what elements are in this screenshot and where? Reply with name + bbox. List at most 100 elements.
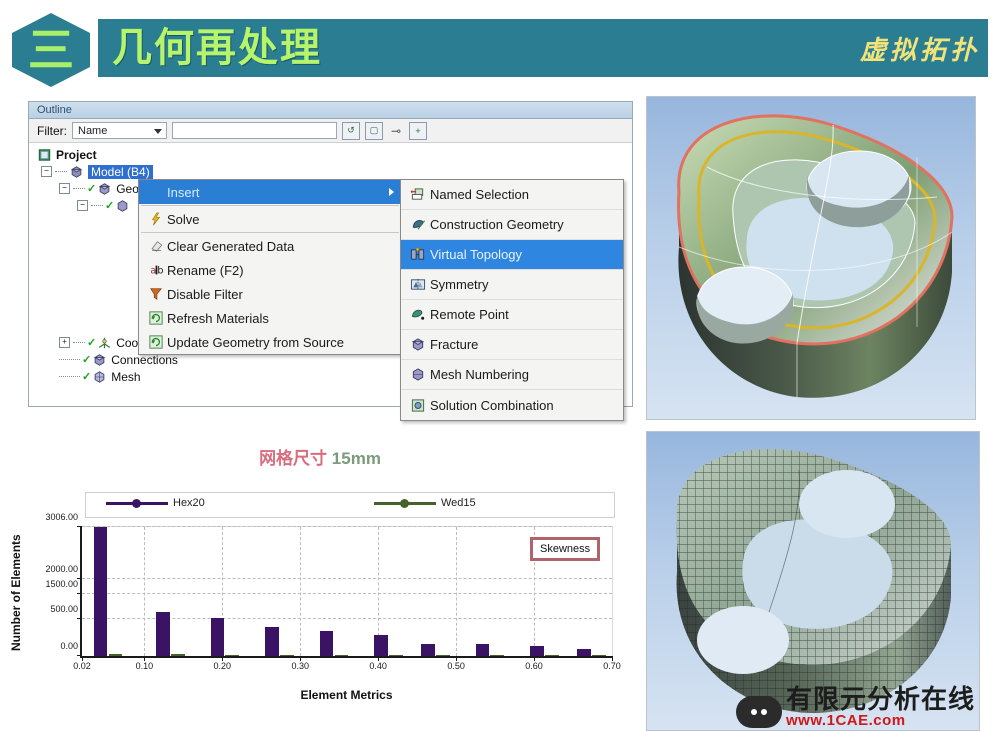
submenu-item-remote-point[interactable]: Remote Point [401, 300, 623, 330]
tree-connector [59, 359, 80, 360]
submenu-item-construction-geometry-label: Construction Geometry [430, 217, 564, 232]
chart-bar [421, 644, 435, 656]
tree-item-project[interactable]: Project [33, 146, 632, 163]
chart-bar [435, 654, 450, 656]
submenu-item-fracture-label: Fracture [430, 337, 479, 352]
part-icon [117, 199, 128, 212]
chart-gridline-vertical [144, 527, 146, 656]
page-title: 几何再处理 [112, 25, 322, 71]
expand-all-icon[interactable]: + [409, 121, 427, 140]
named-selection-icon [406, 187, 430, 202]
chart-x-tick-label: 0.40 [369, 661, 387, 671]
legend-entry-hex20: Hex20 [106, 497, 205, 509]
tree-connector [55, 171, 67, 172]
geometry-icon [98, 182, 111, 195]
collapse-toggle-model[interactable]: − [41, 166, 52, 177]
chart-x-tick-label: 0.50 [447, 661, 465, 671]
chart-y-tick-mark [77, 577, 82, 579]
chart-bar [280, 654, 294, 656]
chart-x-tick-label: 0.70 [603, 661, 621, 671]
filter-label: Filter: [37, 123, 67, 138]
submenu-item-mesh-numbering[interactable]: Mesh Numbering [401, 360, 623, 390]
menu-item-insert-label: Insert [167, 184, 200, 200]
chart-x-tick-mark [222, 656, 224, 661]
virtual-topology-geometry-view[interactable] [646, 96, 976, 420]
mesh-icon [94, 370, 105, 383]
chart-y-axis-label: Number of Elements [9, 534, 23, 652]
hex-mesh-view[interactable]: 有限元分析在线 www.1CAE.com [646, 431, 980, 731]
chart-bar [374, 635, 389, 656]
chart-y-tick-label: 2000.00 [45, 563, 78, 574]
chart-bar [156, 612, 170, 656]
tree-label-model: Model (B4) [88, 164, 153, 179]
chart-x-axis-label: Element Metrics [300, 688, 393, 702]
collapse-toggle-part[interactable]: − [77, 200, 88, 211]
filter-name-select[interactable]: Name [72, 122, 167, 139]
chart-x-tick-mark [456, 656, 458, 661]
chart-bar [475, 643, 490, 656]
chart-bar [334, 654, 349, 656]
expand-toggle-coordinate-systems[interactable]: + [59, 337, 70, 348]
chart-y-tick-label: 3006.00 [45, 512, 78, 522]
legend-swatch-hex20 [106, 498, 168, 508]
submenu-item-symmetry[interactable]: Symmetry [401, 270, 623, 300]
chart-y-tick-label: 0.00 [60, 641, 78, 651]
submenu-item-fracture[interactable]: Fracture [401, 330, 623, 360]
chart-bar [319, 631, 334, 656]
menu-item-rename-label: Rename (F2) [167, 262, 244, 278]
section-number-badge: 三 [12, 13, 90, 87]
check-icon: ✓ [82, 371, 92, 383]
eraser-icon[interactable]: ▢ [365, 121, 383, 140]
chart-x-tick-mark [612, 656, 613, 661]
watermark-brand: 有限元分析在线 [785, 685, 975, 715]
submenu-item-virtual-topology[interactable]: Virtual Topology [401, 240, 623, 270]
watermark-url: www.1CAE.com [785, 712, 906, 729]
chart-y-tick-label: 1500.00 [45, 579, 78, 590]
menu-item-clear-generated-data-label: Clear Generated Data [167, 238, 295, 254]
probe-icon[interactable]: ⊸ [388, 123, 404, 139]
coordinate-systems-icon [99, 337, 111, 348]
menu-item-refresh-materials[interactable]: Refresh Materials [139, 306, 401, 330]
submenu-item-solution-combination[interactable]: Solution Combination [401, 390, 623, 420]
svg-text:a: a [150, 266, 156, 277]
outline-panel-title: Outline [29, 102, 632, 119]
menu-divider [141, 232, 399, 233]
submenu-item-solution-combination-label: Solution Combination [430, 397, 554, 413]
submenu-item-construction-geometry[interactable]: Construction Geometry [401, 210, 623, 240]
geometry-render [677, 114, 954, 398]
mesh-numbering-icon [406, 367, 430, 382]
menu-item-clear-generated-data[interactable]: Clear Generated Data [139, 234, 401, 258]
menu-item-insert[interactable]: Insert [139, 180, 401, 204]
tree-connector [73, 342, 85, 343]
tree-label-project: Project [56, 147, 97, 162]
chart-legend: Hex20 Wed15 [85, 492, 615, 518]
chart-bar [530, 646, 544, 656]
menu-item-rename[interactable]: ab Rename (F2) [139, 258, 401, 282]
menu-item-disable-filter[interactable]: Disable Filter [139, 282, 401, 306]
project-icon [38, 148, 51, 161]
check-icon: ✓ [82, 354, 92, 366]
chart-bar [490, 654, 505, 656]
filter-search-input[interactable] [172, 122, 337, 139]
menu-item-update-geometry-from-source[interactable]: Update Geometry from Source [139, 330, 401, 354]
menu-item-solve[interactable]: Solve [139, 207, 401, 231]
chart-bar [389, 654, 403, 656]
chart-gridline-horizontal [82, 577, 612, 579]
refresh-icon[interactable]: ↺ [342, 121, 360, 140]
chart-x-tick-label: 0.20 [213, 661, 232, 671]
wechat-icon [735, 696, 782, 728]
chart-bar [210, 618, 225, 656]
legend-label-hex20: Hex20 [173, 497, 205, 509]
chart-bar [591, 654, 606, 656]
chart-y-tick-mark [77, 617, 82, 619]
collapse-toggle-geometry[interactable]: − [59, 183, 70, 194]
submenu-item-named-selection[interactable]: Named Selection [401, 180, 623, 210]
insert-submenu: Named Selection Construction Geometry Vi… [400, 179, 624, 421]
eraser-icon [145, 239, 167, 253]
tree-item-model[interactable]: − Model (B4) [33, 163, 632, 180]
chart-title: 网格尺寸 15mm [0, 444, 640, 469]
symmetry-icon [406, 277, 430, 292]
submenu-item-virtual-topology-label: Virtual Topology [430, 247, 523, 262]
banner-subtitle: 虚拟拓扑 [859, 36, 980, 66]
tree-connector [73, 188, 85, 189]
